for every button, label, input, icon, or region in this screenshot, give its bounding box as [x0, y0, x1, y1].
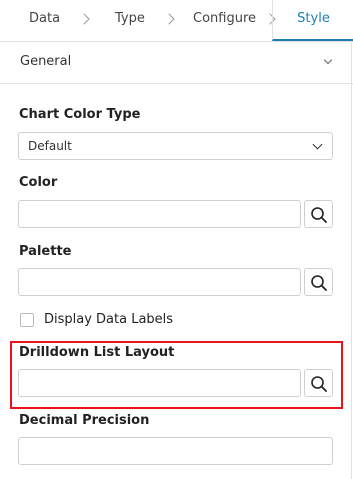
- section-title: General: [20, 54, 72, 69]
- search-icon: [311, 207, 327, 223]
- drilldown-list-layout-input[interactable]: [18, 369, 301, 397]
- section-general-header[interactable]: General: [0, 42, 353, 84]
- color-label: Color: [19, 175, 58, 190]
- tab-configure[interactable]: Configure: [193, 0, 256, 40]
- decimal-precision-input[interactable]: [18, 437, 333, 465]
- drilldown-list-layout-label: Drilldown List Layout: [19, 345, 175, 360]
- chart-color-type-select[interactable]: Default: [18, 132, 333, 160]
- chevron-down-icon[interactable]: [323, 55, 333, 65]
- decimal-precision-label: Decimal Precision: [19, 413, 150, 428]
- search-icon: [311, 376, 327, 392]
- display-data-labels-label[interactable]: Display Data Labels: [44, 312, 173, 327]
- tab-style[interactable]: Style: [272, 0, 353, 41]
- chevron-down-icon: [312, 139, 323, 150]
- panel-divider: [351, 41, 352, 479]
- palette-label: Palette: [19, 244, 72, 259]
- wizard-tabs: Data Type Configure Style: [0, 0, 353, 42]
- search-icon: [311, 275, 327, 291]
- palette-input[interactable]: [18, 268, 301, 296]
- color-lookup-button[interactable]: [304, 200, 333, 228]
- display-data-labels-checkbox[interactable]: [20, 313, 34, 327]
- chart-color-type-label: Chart Color Type: [19, 107, 141, 122]
- drilldown-list-layout-lookup-button[interactable]: [304, 369, 333, 397]
- chevron-right-icon: [163, 13, 175, 25]
- palette-lookup-button[interactable]: [304, 268, 333, 296]
- chart-color-type-value: Default: [28, 139, 72, 153]
- tab-type[interactable]: Type: [115, 0, 145, 40]
- color-input[interactable]: [18, 200, 301, 228]
- tab-data[interactable]: Data: [29, 0, 60, 40]
- chevron-right-icon: [78, 13, 90, 25]
